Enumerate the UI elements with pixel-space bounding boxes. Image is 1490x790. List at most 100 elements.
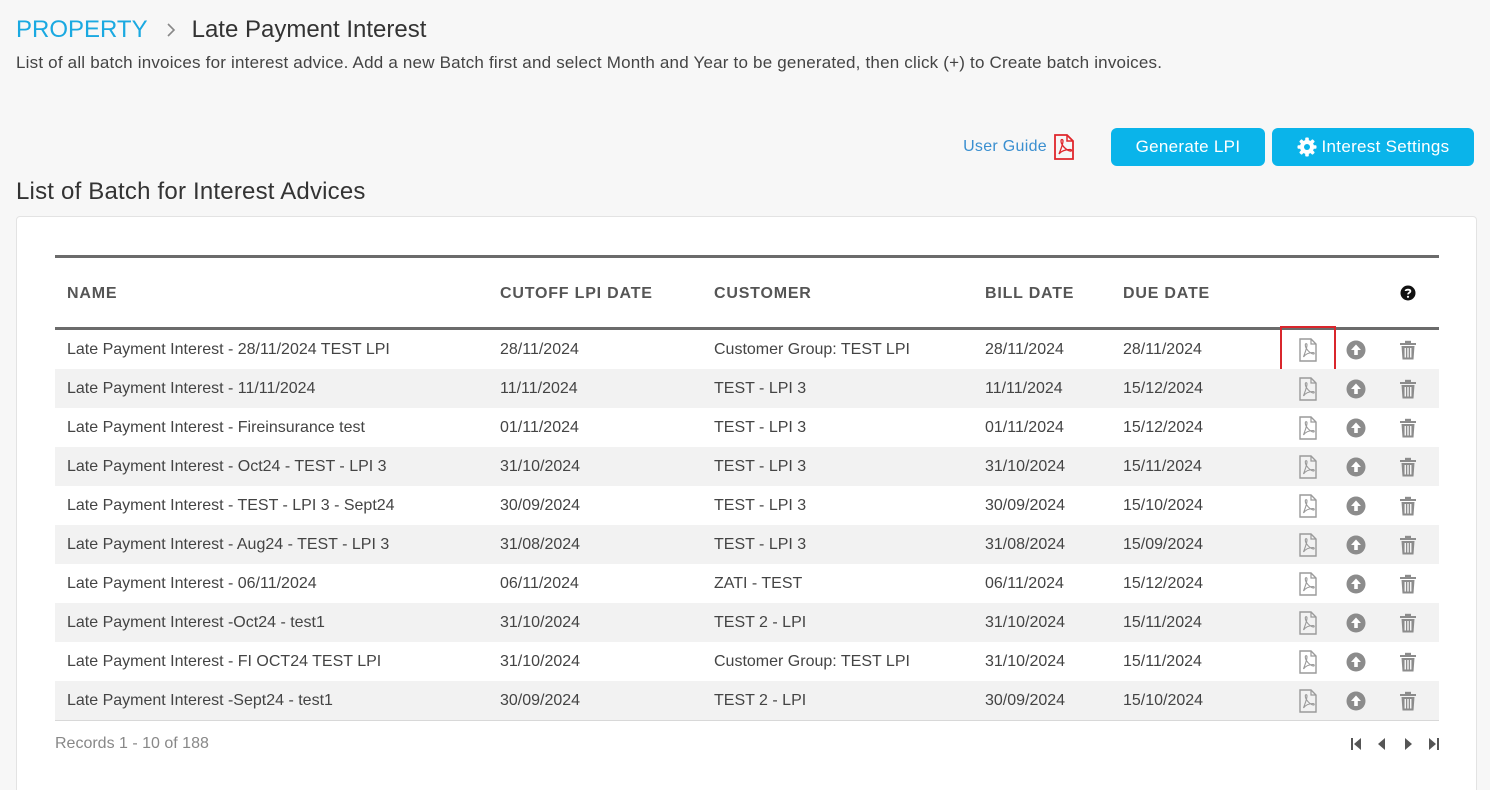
table-bottom-divider <box>55 720 1439 721</box>
pdf-icon <box>1054 134 1074 160</box>
section-title: List of Batch for Interest Advices <box>16 178 366 205</box>
page-title: Late Payment Interest <box>191 16 427 43</box>
table-body: Late Payment Interest - 28/11/2024 TEST … <box>55 326 1439 720</box>
cell-bill-date: 01/11/2024 <box>985 419 1064 436</box>
pdf-icon[interactable] <box>1296 416 1320 440</box>
cell-name[interactable]: Late Payment Interest - 06/11/2024 <box>67 575 317 593</box>
table-row[interactable]: Late Payment Interest - 28/11/2024 TEST … <box>55 326 1439 372</box>
cell-cutoff-date: 31/10/2024 <box>500 458 581 475</box>
column-header-bill-date[interactable]: BILL DATE <box>985 285 1074 303</box>
column-header-name[interactable]: NAME <box>67 285 117 303</box>
cell-cutoff-date: 30/09/2024 <box>500 692 581 709</box>
trash-icon[interactable] <box>1396 377 1420 401</box>
cell-customer: TEST - LPI 3 <box>714 497 807 514</box>
cell-cutoff-date: 28/11/2024 <box>500 341 579 358</box>
upload-icon[interactable] <box>1344 650 1368 674</box>
table-row[interactable]: Late Payment Interest - Aug24 - TEST - L… <box>55 525 1439 564</box>
first-page-icon[interactable] <box>1343 737 1369 751</box>
upload-icon[interactable] <box>1344 533 1368 557</box>
cell-customer: ZATI - TEST <box>714 575 803 592</box>
help-icon[interactable] <box>1400 285 1416 306</box>
cell-bill-date: 11/11/2024 <box>985 380 1063 397</box>
cell-bill-date: 31/10/2024 <box>985 653 1066 670</box>
table-row[interactable]: Late Payment Interest -Sept24 - test1 30/… <box>55 681 1439 720</box>
batch-table: NAME CUTOFF LPI DATE CUSTOMER BILL DATE … <box>55 255 1439 721</box>
trash-icon[interactable] <box>1396 650 1420 674</box>
trash-icon[interactable] <box>1396 533 1420 557</box>
cell-cutoff-date: 31/08/2024 <box>500 536 581 553</box>
table-row[interactable]: Late Payment Interest - Oct24 - TEST - L… <box>55 447 1439 486</box>
pdf-icon[interactable] <box>1296 338 1320 362</box>
table-row[interactable]: Late Payment Interest - 06/11/2024 06/11/… <box>55 564 1439 603</box>
breadcrumb-root-link[interactable]: PROPERTY <box>16 16 148 44</box>
cell-name[interactable]: Late Payment Interest -Oct24 - test1 <box>67 614 325 632</box>
user-guide-label: User Guide <box>963 138 1047 155</box>
trash-icon[interactable] <box>1396 338 1420 362</box>
upload-icon[interactable] <box>1344 455 1368 479</box>
upload-icon[interactable] <box>1344 377 1368 401</box>
cell-cutoff-date: 01/11/2024 <box>500 419 579 436</box>
cell-cutoff-date: 06/11/2024 <box>500 575 579 592</box>
upload-icon[interactable] <box>1344 572 1368 596</box>
cell-due-date: 15/12/2024 <box>1123 380 1204 397</box>
cell-customer: TEST 2 - LPI <box>714 614 807 631</box>
trash-icon[interactable] <box>1396 416 1420 440</box>
trash-icon[interactable] <box>1396 572 1420 596</box>
cell-name[interactable]: Late Payment Interest -Sept24 - test1 <box>67 692 333 710</box>
pdf-icon[interactable] <box>1296 494 1320 518</box>
trash-icon[interactable] <box>1396 455 1420 479</box>
cell-name[interactable]: Late Payment Interest - TEST - LPI 3 - S… <box>67 497 395 515</box>
cell-bill-date: 30/09/2024 <box>985 497 1066 514</box>
column-header-cutoff[interactable]: CUTOFF LPI DATE <box>500 285 653 303</box>
cell-due-date: 15/11/2024 <box>1123 614 1202 631</box>
cell-due-date: 15/11/2024 <box>1123 458 1202 475</box>
table-row[interactable]: Late Payment Interest - 11/11/2024 11/11/… <box>55 369 1439 408</box>
table-row[interactable]: Late Payment Interest - TEST - LPI 3 - S… <box>55 486 1439 525</box>
cell-customer: TEST - LPI 3 <box>714 380 807 397</box>
cell-bill-date: 06/11/2024 <box>985 575 1064 592</box>
interest-settings-button[interactable]: Interest Settings <box>1272 128 1474 166</box>
cell-name[interactable]: Late Payment Interest - 11/11/2024 <box>67 380 315 398</box>
cell-customer: TEST - LPI 3 <box>714 458 807 475</box>
prev-page-icon[interactable] <box>1369 737 1395 751</box>
pdf-icon[interactable] <box>1296 611 1320 635</box>
last-page-icon[interactable] <box>1421 737 1447 751</box>
table-row[interactable]: Late Payment Interest -Oct24 - test1 31/1… <box>55 603 1439 642</box>
pdf-icon[interactable] <box>1296 533 1320 557</box>
cell-name[interactable]: Late Payment Interest - 28/11/2024 TEST … <box>67 341 390 359</box>
column-header-customer[interactable]: CUSTOMER <box>714 285 812 303</box>
table-row[interactable]: Late Payment Interest - FI OCT24 TEST LP… <box>55 642 1439 681</box>
table-row[interactable]: Late Payment Interest - Fireinsurance te… <box>55 408 1439 447</box>
trash-icon[interactable] <box>1396 689 1420 713</box>
cell-name[interactable]: Late Payment Interest - Oct24 - TEST - L… <box>67 458 387 476</box>
pagination <box>1343 737 1447 751</box>
cell-due-date: 15/10/2024 <box>1123 692 1204 709</box>
cell-cutoff-date: 31/10/2024 <box>500 614 581 631</box>
trash-icon[interactable] <box>1396 494 1420 518</box>
trash-icon[interactable] <box>1396 611 1420 635</box>
cell-name[interactable]: Late Payment Interest - Fireinsurance te… <box>67 419 365 437</box>
column-header-due-date[interactable]: DUE DATE <box>1123 285 1210 303</box>
upload-icon[interactable] <box>1344 611 1368 635</box>
breadcrumb: PROPERTY Late Payment Interest <box>16 16 426 44</box>
cell-name[interactable]: Late Payment Interest - FI OCT24 TEST LP… <box>67 653 381 671</box>
cell-due-date: 28/11/2024 <box>1123 341 1202 358</box>
pdf-icon[interactable] <box>1296 650 1320 674</box>
pdf-icon[interactable] <box>1296 455 1320 479</box>
cell-bill-date: 31/08/2024 <box>985 536 1066 553</box>
pdf-icon[interactable] <box>1296 689 1320 713</box>
cell-cutoff-date: 30/09/2024 <box>500 497 581 514</box>
cell-name[interactable]: Late Payment Interest - Aug24 - TEST - L… <box>67 536 389 554</box>
cell-bill-date: 31/10/2024 <box>985 458 1066 475</box>
upload-icon[interactable] <box>1344 338 1368 362</box>
pdf-icon[interactable] <box>1296 572 1320 596</box>
upload-icon[interactable] <box>1344 494 1368 518</box>
upload-icon[interactable] <box>1344 416 1368 440</box>
cell-bill-date: 28/11/2024 <box>985 341 1064 358</box>
generate-lpi-button[interactable]: Generate LPI <box>1111 128 1265 166</box>
cell-due-date: 15/10/2024 <box>1123 497 1204 514</box>
user-guide-link[interactable]: User Guide <box>963 134 1075 160</box>
upload-icon[interactable] <box>1344 689 1368 713</box>
next-page-icon[interactable] <box>1395 737 1421 751</box>
pdf-icon[interactable] <box>1296 377 1320 401</box>
